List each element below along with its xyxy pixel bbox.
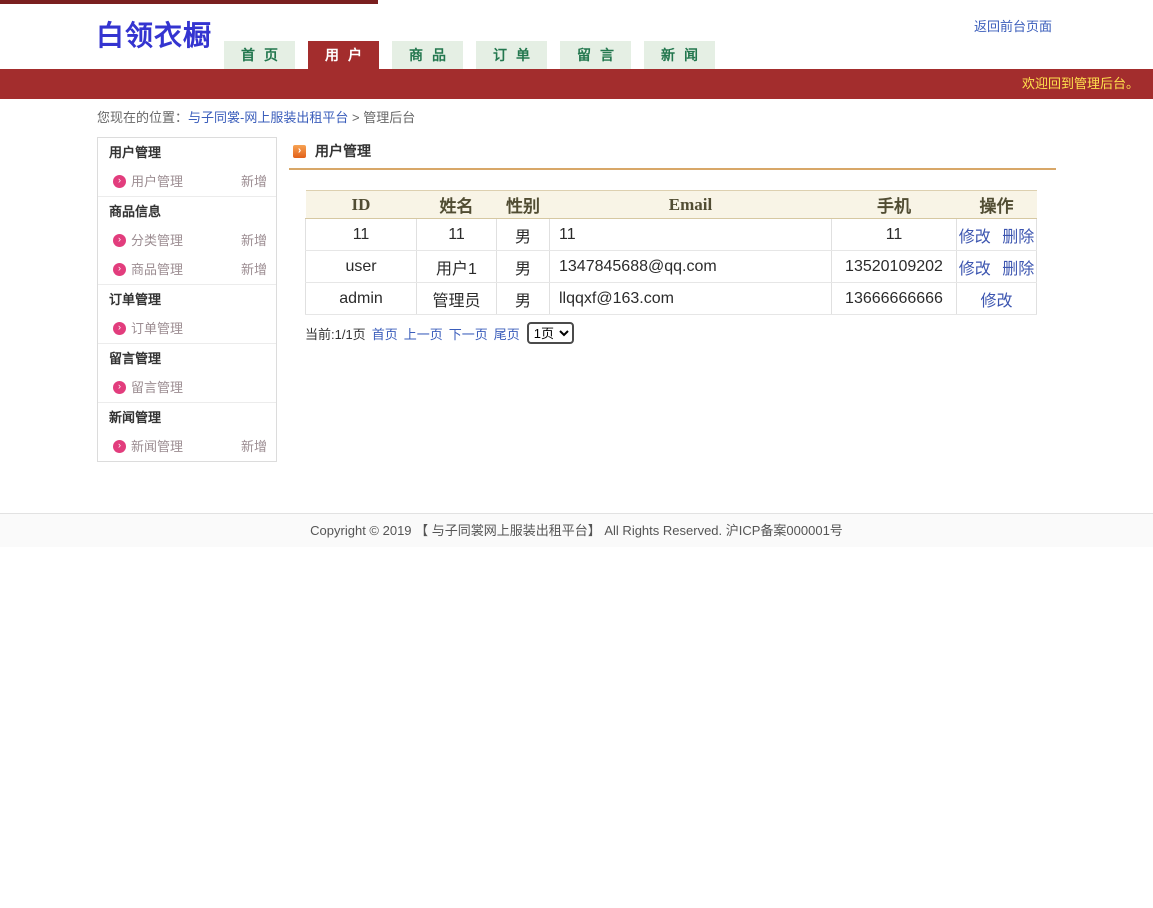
nav-tab[interactable]: 首页 — [224, 41, 295, 69]
pagination-link[interactable]: 首页 — [372, 324, 398, 343]
table-header-cell: 姓名 — [417, 191, 497, 219]
header: 白领衣橱 返回前台页面 首页 用户 商品 订单 留言 新闻 — [0, 4, 1153, 69]
nav-tab[interactable]: 留言 — [560, 41, 631, 69]
arrow-right-circle-icon — [113, 175, 126, 188]
arrow-right-circle-icon — [113, 440, 126, 453]
table-header-cell: Email — [550, 191, 832, 219]
main-nav: 首页 用户 商品 订单 留言 新闻 — [224, 41, 715, 69]
copyright-text: Copyright © 2019 【 与子同裳网上服装出租平台】 All Rig… — [310, 523, 843, 538]
cell-name: 用户1 — [417, 251, 497, 283]
cell-phone: 11 — [832, 219, 957, 251]
sidebar-section-title: 商品信息 — [98, 197, 276, 226]
sidebar-add-link[interactable]: 新增 — [241, 255, 267, 284]
cell-email: 11 — [550, 219, 832, 251]
cell-id: user — [306, 251, 417, 283]
table-header-cell: 性别 — [497, 191, 550, 219]
sidebar-item[interactable]: 分类管理 新增 — [98, 226, 276, 255]
nav-tab[interactable]: 新闻 — [644, 41, 715, 69]
cell-gender: 男 — [497, 283, 550, 315]
sidebar-menu: 用户管理 用户管理 新增 商品信息 分类管理 新增 — [97, 137, 277, 462]
main-panel: 用户管理 ID 姓名 性别 Email 手 — [289, 137, 1056, 344]
table-header-cell: 手机 — [832, 191, 957, 219]
row-action-link[interactable]: 删除 — [1002, 261, 1034, 278]
breadcrumb-prefix: 您现在的位置： — [97, 110, 188, 125]
table-header-row: ID 姓名 性别 Email 手机 操作 — [306, 191, 1037, 219]
row-action-link[interactable]: 修改 — [980, 293, 1012, 310]
cell-actions: 修改 — [957, 283, 1037, 315]
sidebar-add-link[interactable]: 新增 — [241, 167, 267, 196]
pagination-current: 当前:1/1页 — [305, 324, 366, 343]
cell-actions: 修改 删除 — [957, 219, 1037, 251]
cell-gender: 男 — [497, 219, 550, 251]
sidebar-add-link[interactable]: 新增 — [241, 226, 267, 255]
cell-phone: 13520109202 — [832, 251, 957, 283]
row-action-link[interactable]: 修改 — [959, 229, 991, 246]
sidebar-section: 用户管理 用户管理 新增 — [98, 138, 276, 196]
arrow-right-circle-icon — [113, 234, 126, 247]
cell-phone: 13666666666 — [832, 283, 957, 315]
row-action-link[interactable]: 删除 — [1002, 229, 1034, 246]
sidebar-item-link[interactable]: 用户管理 — [131, 174, 183, 189]
sidebar-item-link[interactable]: 新闻管理 — [131, 439, 183, 454]
panel-title-row: 用户管理 — [289, 140, 1056, 162]
cell-actions: 修改 删除 — [957, 251, 1037, 283]
sidebar-item-link[interactable]: 留言管理 — [131, 380, 183, 395]
table-header-cell: ID — [306, 191, 417, 219]
sidebar-item-link[interactable]: 商品管理 — [131, 262, 183, 277]
cell-email: 1347845688@qq.com — [550, 251, 832, 283]
sidebar-section-title: 新闻管理 — [98, 403, 276, 432]
sidebar-item-link[interactable]: 订单管理 — [131, 321, 183, 336]
sidebar-item[interactable]: 新闻管理 新增 — [98, 432, 276, 461]
arrow-right-circle-icon — [113, 381, 126, 394]
user-table: ID 姓名 性别 Email 手机 操作 — [305, 190, 1037, 315]
title-divider — [289, 168, 1056, 170]
breadcrumb: 您现在的位置：与子同裳-网上服装出租平台 > 管理后台 — [97, 108, 1153, 128]
sidebar-section: 商品信息 分类管理 新增 商品管理 新增 — [98, 196, 276, 284]
sidebar-item[interactable]: 商品管理 新增 — [98, 255, 276, 284]
cell-id: 11 — [306, 219, 417, 251]
pagination-link[interactable]: 上一页 — [404, 324, 443, 343]
panel-title: 用户管理 — [315, 141, 371, 161]
pagination: 当前:1/1页 首页 上一页 下一页 尾页 1页 — [305, 322, 1056, 344]
cell-email: llqqxf@163.com — [550, 283, 832, 315]
table-row: user 用户1 男 1347845688@qq.com 13520109202… — [306, 251, 1037, 283]
content-area: 用户管理 用户管理 新增 商品信息 分类管理 新增 — [97, 137, 1056, 484]
sidebar-add-link[interactable]: 新增 — [241, 432, 267, 461]
sidebar-item[interactable]: 用户管理 新增 — [98, 167, 276, 196]
sidebar-section: 订单管理 订单管理 — [98, 284, 276, 343]
nav-tab[interactable]: 订单 — [476, 41, 547, 69]
breadcrumb-current: 管理后台 — [363, 110, 415, 125]
sidebar-section: 留言管理 留言管理 — [98, 343, 276, 402]
sidebar-item-link[interactable]: 分类管理 — [131, 233, 183, 248]
nav-tab[interactable]: 商品 — [392, 41, 463, 69]
pagination-link[interactable]: 下一页 — [449, 324, 488, 343]
pagination-link[interactable]: 尾页 — [494, 324, 520, 343]
arrow-right-square-icon — [293, 145, 306, 158]
table-row: admin 管理员 男 llqqxf@163.com 13666666666 修… — [306, 283, 1037, 315]
sidebar-section-title: 用户管理 — [98, 138, 276, 167]
sidebar-item[interactable]: 订单管理 — [98, 314, 276, 343]
table-row: 11 11 男 11 11 修改 删除 — [306, 219, 1037, 251]
breadcrumb-home-link[interactable]: 与子同裳-网上服装出租平台 — [188, 110, 348, 125]
cell-id: admin — [306, 283, 417, 315]
arrow-right-circle-icon — [113, 322, 126, 335]
back-to-frontend-link[interactable]: 返回前台页面 — [974, 16, 1052, 35]
welcome-text: 欢迎回到管理后台。 — [1022, 76, 1139, 91]
site-logo: 白领衣橱 — [96, 14, 212, 54]
nav-tab[interactable]: 用户 — [308, 41, 379, 69]
cell-gender: 男 — [497, 251, 550, 283]
sidebar-item[interactable]: 留言管理 — [98, 373, 276, 402]
table-header-cell: 操作 — [957, 191, 1037, 219]
sidebar-section-title: 订单管理 — [98, 285, 276, 314]
welcome-banner: 欢迎回到管理后台。 — [0, 69, 1153, 99]
page-select[interactable]: 1页 — [527, 322, 574, 344]
row-action-link[interactable]: 修改 — [959, 261, 991, 278]
breadcrumb-separator: > — [348, 110, 363, 125]
cell-name: 管理员 — [417, 283, 497, 315]
cell-name: 11 — [417, 219, 497, 251]
sidebar-section-title: 留言管理 — [98, 344, 276, 373]
arrow-right-circle-icon — [113, 263, 126, 276]
sidebar-section: 新闻管理 新闻管理 新增 — [98, 402, 276, 461]
footer: Copyright © 2019 【 与子同裳网上服装出租平台】 All Rig… — [0, 513, 1153, 547]
